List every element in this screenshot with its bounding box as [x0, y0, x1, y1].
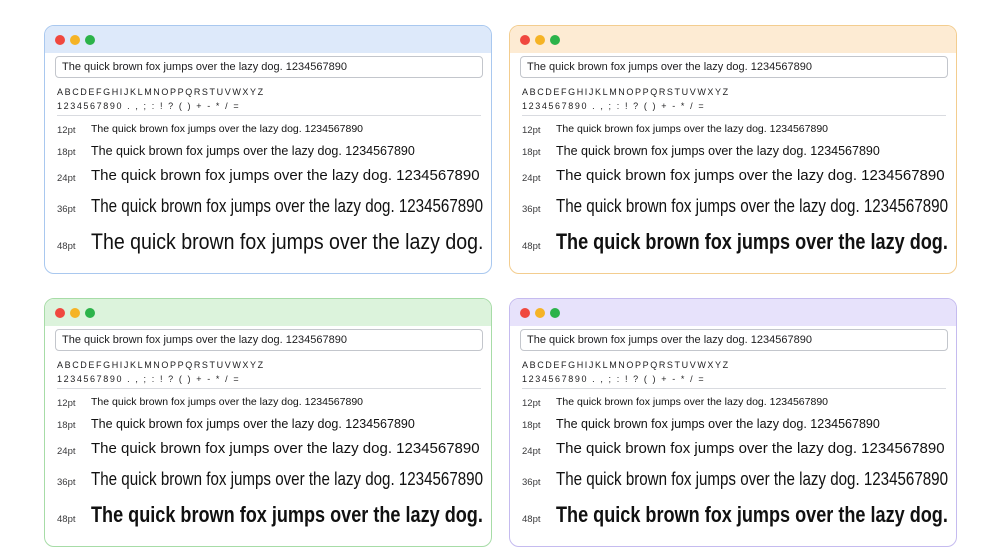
font-preview-window-blue: The quick brown fox jumps over the lazy … — [44, 25, 492, 274]
close-button[interactable] — [55, 308, 65, 318]
divider — [522, 388, 946, 389]
size-label: 12pt — [522, 125, 541, 136]
charset-symbols: 1234567890 . , ; : ! ? ( ) + - * / = — [522, 374, 706, 384]
sample-text: The quick brown fox jumps over the lazy … — [556, 502, 948, 527]
charset-uppercase: ABCDEFGHIJKLMNOPPQRSTUVWXYZ — [57, 360, 265, 370]
sample-text: The quick brown fox jumps over the lazy … — [556, 440, 945, 457]
charset-uppercase: ABCDEFGHIJKLMNOPPQRSTUVWXYZ — [522, 360, 730, 370]
sample-text: The quick brown fox jumps over the lazy … — [91, 123, 364, 135]
charset-symbols: 1234567890 . , ; : ! ? ( ) + - * / = — [57, 374, 241, 384]
sample-text: The quick brown fox jumps over the lazy … — [556, 195, 949, 216]
sample-text: The quick brown fox jumps over the lazy … — [91, 502, 483, 527]
sample-text: The quick brown fox jumps over the lazy … — [91, 396, 364, 408]
preview-text-input[interactable]: The quick brown fox jumps over the lazy … — [55, 329, 483, 351]
size-label: 24pt — [57, 446, 76, 457]
font-preview-window-purple: The quick brown fox jumps over the lazy … — [509, 298, 957, 547]
window-titlebar[interactable] — [510, 26, 956, 53]
window-titlebar[interactable] — [510, 299, 956, 326]
size-label: 48pt — [522, 241, 541, 252]
close-button[interactable] — [520, 35, 530, 45]
size-label: 18pt — [522, 420, 541, 431]
divider — [57, 115, 481, 116]
font-preview-window-green: The quick brown fox jumps over the lazy … — [44, 298, 492, 547]
size-label: 36pt — [57, 477, 76, 488]
window-titlebar[interactable] — [45, 299, 491, 326]
sample-text: The quick brown fox jumps over the lazy … — [91, 144, 415, 158]
divider — [522, 115, 946, 116]
sample-text: The quick brown fox jumps over the lazy … — [91, 468, 484, 489]
sample-text: The quick brown fox jumps over the lazy … — [91, 417, 415, 431]
size-label: 12pt — [57, 125, 76, 136]
charset-uppercase: ABCDEFGHIJKLMNOPPQRSTUVWXYZ — [522, 87, 730, 97]
charset-symbols: 1234567890 . , ; : ! ? ( ) + - * / = — [57, 101, 241, 111]
charset-uppercase: ABCDEFGHIJKLMNOPPQRSTUVWXYZ — [57, 87, 265, 97]
size-label: 36pt — [57, 204, 76, 215]
size-label: 48pt — [57, 241, 76, 252]
sample-text: The quick brown fox jumps over the lazy … — [556, 123, 829, 135]
minimize-button[interactable] — [70, 308, 80, 318]
zoom-button[interactable] — [550, 35, 560, 45]
size-label: 24pt — [522, 446, 541, 457]
window-titlebar[interactable] — [45, 26, 491, 53]
size-label: 24pt — [522, 173, 541, 184]
size-label: 12pt — [57, 398, 76, 409]
zoom-button[interactable] — [85, 308, 95, 318]
sample-text: The quick brown fox jumps over the lazy … — [91, 440, 480, 457]
preview-text-input[interactable]: The quick brown fox jumps over the lazy … — [520, 56, 948, 78]
size-label: 12pt — [522, 398, 541, 409]
sample-text: The quick brown fox jumps over the lazy … — [556, 468, 949, 489]
sample-text: The quick brown fox jumps over the lazy … — [91, 229, 484, 254]
size-label: 24pt — [57, 173, 76, 184]
zoom-button[interactable] — [85, 35, 95, 45]
sample-text: The quick brown fox jumps over the lazy … — [556, 144, 880, 158]
close-button[interactable] — [55, 35, 65, 45]
size-label: 48pt — [522, 514, 541, 525]
sample-text: The quick brown fox jumps over the lazy … — [556, 229, 948, 254]
size-label: 18pt — [57, 147, 76, 158]
divider — [57, 388, 481, 389]
font-preview-window-orange: The quick brown fox jumps over the lazy … — [509, 25, 957, 274]
size-label: 36pt — [522, 477, 541, 488]
size-label: 36pt — [522, 204, 541, 215]
minimize-button[interactable] — [535, 308, 545, 318]
minimize-button[interactable] — [535, 35, 545, 45]
charset-symbols: 1234567890 . , ; : ! ? ( ) + - * / = — [522, 101, 706, 111]
size-label: 18pt — [522, 147, 541, 158]
sample-text: The quick brown fox jumps over the lazy … — [91, 167, 480, 184]
sample-text: The quick brown fox jumps over the lazy … — [556, 396, 829, 408]
preview-text-input[interactable]: The quick brown fox jumps over the lazy … — [520, 329, 948, 351]
preview-text-input[interactable]: The quick brown fox jumps over the lazy … — [55, 56, 483, 78]
close-button[interactable] — [520, 308, 530, 318]
sample-text: The quick brown fox jumps over the lazy … — [91, 195, 484, 216]
minimize-button[interactable] — [70, 35, 80, 45]
sample-text: The quick brown fox jumps over the lazy … — [556, 417, 880, 431]
sample-text: The quick brown fox jumps over the lazy … — [556, 167, 945, 184]
size-label: 48pt — [57, 514, 76, 525]
zoom-button[interactable] — [550, 308, 560, 318]
size-label: 18pt — [57, 420, 76, 431]
